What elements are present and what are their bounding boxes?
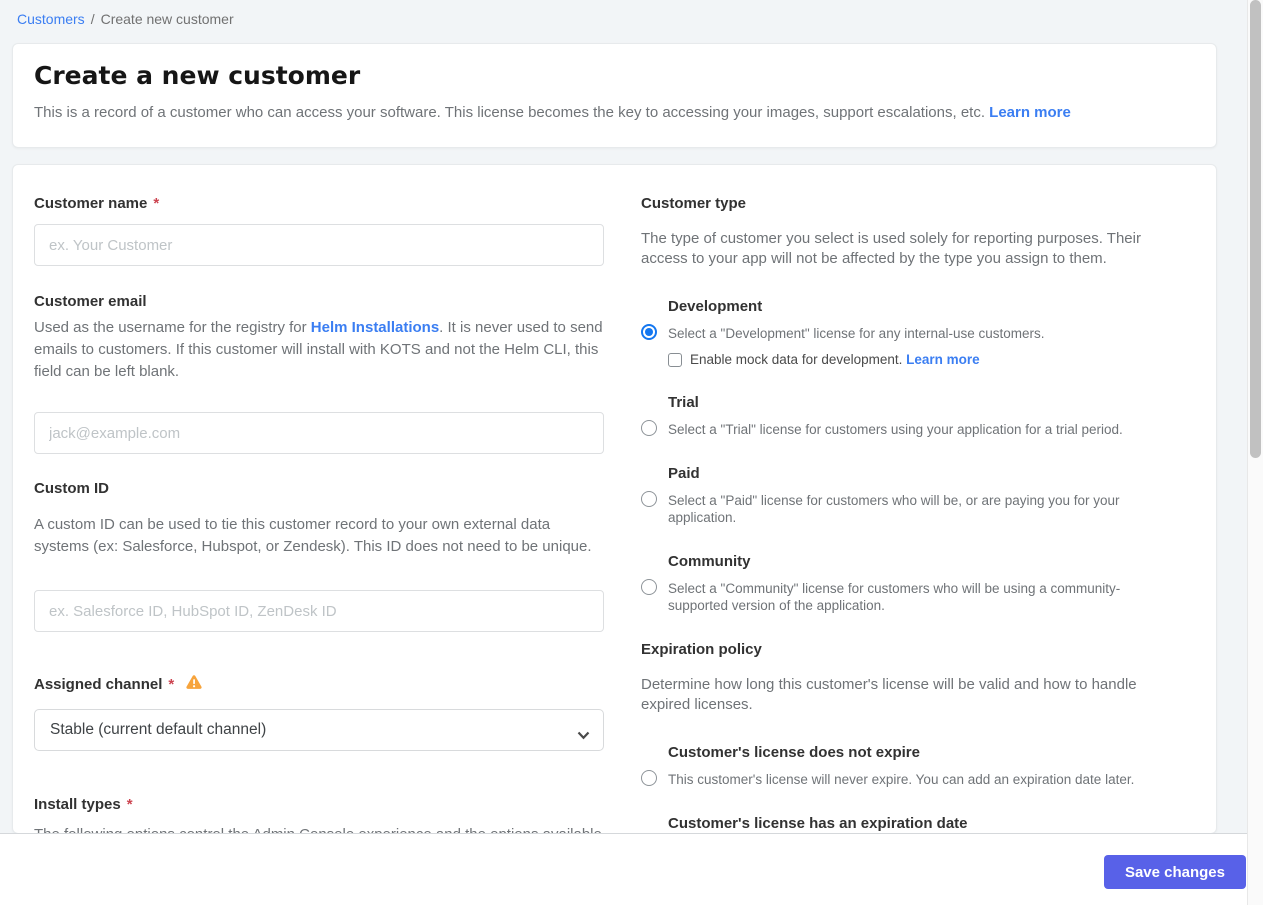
scrollbar[interactable] bbox=[1247, 0, 1263, 905]
assigned-channel-field: Assigned channel * Stable (current defau… bbox=[34, 674, 604, 751]
radio-development[interactable] bbox=[641, 324, 657, 340]
header-description-text: This is a record of a customer who can a… bbox=[34, 104, 985, 121]
expiration-policy-label: Expiration policy bbox=[641, 641, 762, 658]
custom-id-label-text: Custom ID bbox=[34, 480, 109, 497]
customer-email-help: Used as the username for the registry fo… bbox=[34, 317, 604, 383]
expiration-option-no-expire: Customer's license does not expire This … bbox=[641, 744, 1176, 788]
expiration-policy-section: Expiration policy Determine how long thi… bbox=[641, 641, 1176, 833]
customer-email-help-text: Used as the username for the registry fo… bbox=[34, 319, 307, 336]
breadcrumb: Customers / Create new customer bbox=[0, 0, 1232, 28]
option-title-no-expire[interactable]: Customer's license does not expire bbox=[668, 744, 1176, 761]
page: Customers / Create new customer Create a n… bbox=[0, 0, 1263, 905]
assigned-channel-select[interactable]: Stable (current default channel) bbox=[34, 709, 604, 751]
customer-name-label-text: Customer name bbox=[34, 195, 148, 212]
customer-type-option-paid: Paid Select a "Paid" license for custome… bbox=[641, 465, 1176, 526]
customer-name-label: Customer name * bbox=[34, 195, 604, 212]
warning-icon bbox=[185, 674, 203, 694]
customer-type-section: Customer type The type of customer you s… bbox=[641, 195, 1176, 614]
customer-type-option-community: Community Select a "Community" license f… bbox=[641, 553, 1176, 614]
footer-bar: Save changes bbox=[0, 833, 1263, 905]
page-title: Create a new customer bbox=[34, 61, 361, 90]
option-desc-paid: Select a "Paid" license for customers wh… bbox=[668, 493, 1120, 525]
required-asterisk: * bbox=[126, 796, 133, 813]
custom-id-field: Custom ID A custom ID can be used to tie… bbox=[34, 480, 604, 632]
mock-data-learn-more-link[interactable]: Learn more bbox=[906, 352, 980, 367]
option-desc-development: Select a "Development" license for any i… bbox=[668, 326, 1045, 341]
expiration-policy-description: Determine how long this customer's licen… bbox=[641, 676, 1137, 713]
customer-name-input[interactable] bbox=[34, 224, 604, 266]
scrollbar-thumb[interactable] bbox=[1250, 0, 1261, 458]
form-left-column: Customer name * Customer email Used as t… bbox=[34, 195, 604, 833]
customer-email-field: Customer email Used as the username for … bbox=[34, 293, 604, 454]
required-asterisk: * bbox=[168, 675, 175, 693]
chevron-down-icon bbox=[577, 727, 590, 745]
assigned-channel-label: Assigned channel * bbox=[34, 674, 604, 694]
header-description: This is a record of a customer who can a… bbox=[34, 103, 1186, 123]
customer-type-option-trial: Trial Select a "Trial" license for custo… bbox=[641, 394, 1176, 438]
radio-trial[interactable] bbox=[641, 420, 657, 436]
customer-type-label: Customer type bbox=[641, 195, 747, 212]
breadcrumb-separator: / bbox=[90, 11, 95, 27]
customer-email-input[interactable] bbox=[34, 412, 604, 454]
option-desc-trial: Select a "Trial" license for customers u… bbox=[668, 422, 1123, 437]
header-learn-more-link[interactable]: Learn more bbox=[989, 104, 1071, 121]
option-title-development[interactable]: Development bbox=[668, 298, 1176, 315]
mock-data-checkbox-label: Enable mock data for development. Learn … bbox=[690, 352, 980, 367]
mock-data-checkbox-text: Enable mock data for development. bbox=[690, 352, 903, 367]
option-desc-community: Select a "Community" license for custome… bbox=[668, 581, 1121, 613]
radio-paid[interactable] bbox=[641, 491, 657, 507]
header-card: Create a new customer This is a record o… bbox=[12, 43, 1217, 148]
radio-no-expire[interactable] bbox=[641, 770, 657, 786]
save-changes-button[interactable]: Save changes bbox=[1103, 855, 1246, 889]
install-types-label: Install types * bbox=[34, 796, 604, 813]
radio-community[interactable] bbox=[641, 579, 657, 595]
option-title-has-expiration[interactable]: Customer's license has an expiration dat… bbox=[668, 815, 1176, 832]
assigned-channel-selected-value: Stable (current default channel) bbox=[50, 721, 267, 738]
customer-email-label: Customer email bbox=[34, 293, 604, 310]
breadcrumb-link-customers[interactable]: Customers bbox=[17, 11, 85, 27]
install-types-label-text: Install types bbox=[34, 796, 121, 813]
helm-installations-link[interactable]: Helm Installations bbox=[311, 319, 439, 336]
mock-data-checkbox-row: Enable mock data for development. Learn … bbox=[668, 352, 1176, 367]
option-title-community[interactable]: Community bbox=[668, 553, 1176, 570]
breadcrumb-current: Create new customer bbox=[100, 11, 234, 27]
required-asterisk: * bbox=[153, 195, 160, 212]
customer-email-label-text: Customer email bbox=[34, 293, 147, 310]
customer-name-field: Customer name * bbox=[34, 195, 604, 266]
form-right-column: Customer type The type of customer you s… bbox=[641, 195, 1176, 833]
option-title-paid[interactable]: Paid bbox=[668, 465, 1176, 482]
create-customer-form: Customer name * Customer email Used as t… bbox=[12, 164, 1217, 834]
custom-id-input[interactable] bbox=[34, 590, 604, 632]
customer-type-description: The type of customer you select is used … bbox=[641, 230, 1141, 267]
assigned-channel-label-text: Assigned channel bbox=[34, 675, 163, 693]
option-desc-no-expire: This customer's license will never expir… bbox=[668, 772, 1135, 787]
custom-id-label: Custom ID bbox=[34, 480, 604, 497]
customer-type-option-development: Development Select a "Development" licen… bbox=[641, 298, 1176, 367]
option-title-trial[interactable]: Trial bbox=[668, 394, 1176, 411]
custom-id-help: A custom ID can be used to tie this cust… bbox=[34, 516, 592, 555]
install-types-field: Install types * The following options co… bbox=[34, 796, 604, 833]
expiration-option-has-expiration: Customer's license has an expiration dat… bbox=[641, 815, 1176, 833]
mock-data-checkbox[interactable] bbox=[668, 352, 682, 367]
